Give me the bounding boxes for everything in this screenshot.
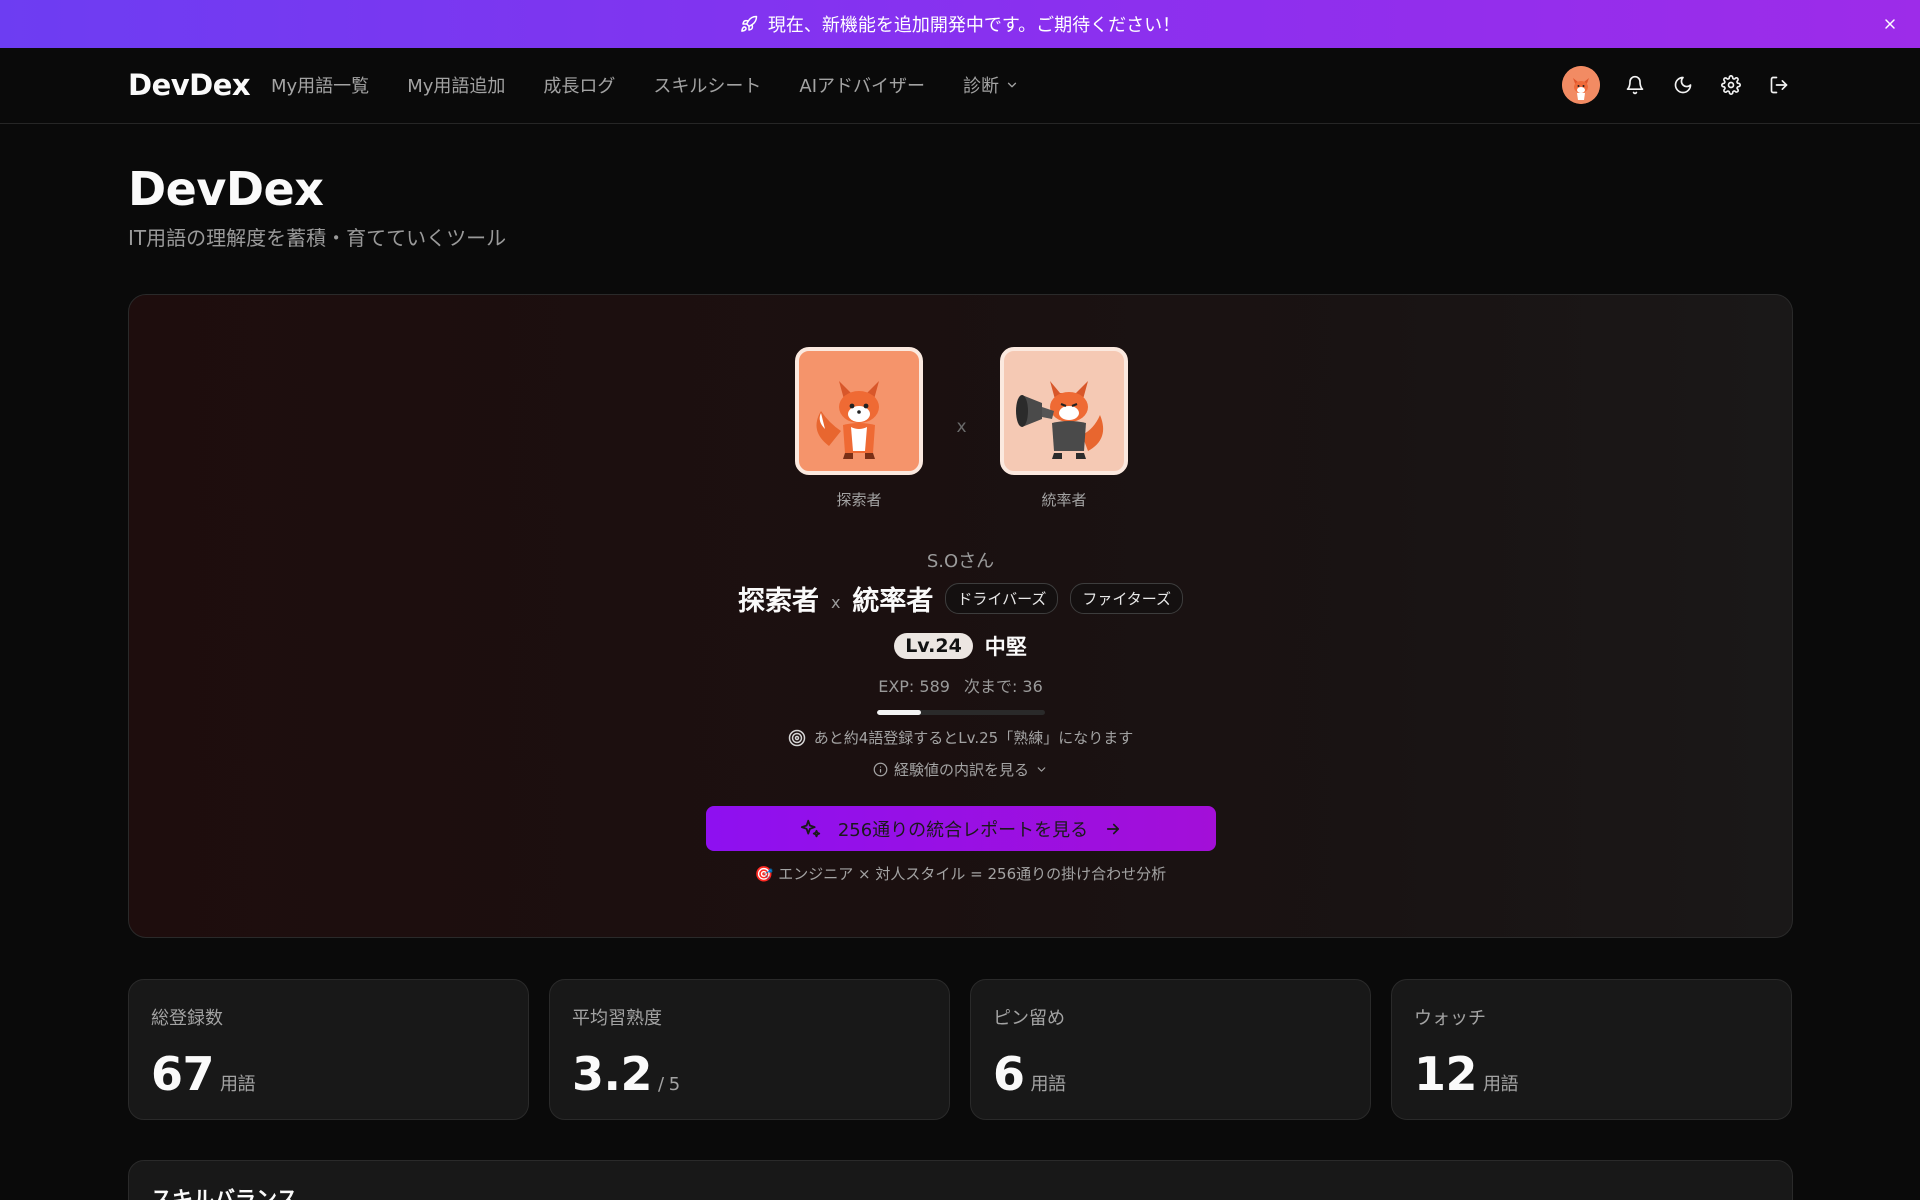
stat-unit: 用語 [1483,1074,1519,1095]
fox-commander-icon [1016,381,1104,459]
stat-number: 6 [993,1047,1025,1101]
stat-unit: 用語 [220,1074,256,1095]
username: S.Oさん [926,551,995,572]
info-icon [873,762,888,777]
type2-label: 統率者 [1041,491,1087,509]
tag-drivers: ドライバーズ [945,583,1059,614]
type-separator: x [956,417,967,437]
stat-number: 67 [151,1047,215,1101]
gear-icon [1721,75,1741,95]
report-note: 🎯 エンジニア × 対人スタイル = 256通りの掛け合わせ分析 [754,865,1167,883]
integrated-report-button[interactable]: 256通りの統合レポートを見る [706,806,1216,851]
main-nav: My用語一覧 My用語追加 成長ログ スキルシート AIアドバイザー 診断 [271,72,1057,98]
nav-term-add[interactable]: My用語追加 [407,72,505,98]
stats-row: 総登録数 67 用語 平均習熟度 3.2/ 5 ピン留め 6 用語 ウォッチ 12 用… [128,979,1793,1120]
fox-explorer-icon [816,381,879,459]
level-badge: Lv.24 [894,633,973,659]
banner-close-button[interactable] [1878,12,1902,36]
type-commander: 統率者 [1000,347,1128,510]
level-row: Lv.24 中堅 [129,631,1792,661]
stat-value: 3.2/ 5 [572,1047,680,1101]
stat-label: 平均習熟度 [572,1008,662,1029]
profile-hero-card: 探索者 x 統率者 S.Oさん 探索者 x 統率者 ドライバーズ ファイターズ … [128,294,1793,938]
exp-next: 次まで: 36 [963,677,1043,696]
type2-name: 統率者 [852,586,934,617]
avatar[interactable] [1562,66,1600,104]
nav-label: 成長ログ [543,76,616,97]
notifications-button[interactable] [1622,72,1648,98]
stat-card-total: 総登録数 67 用語 [128,979,529,1120]
exp-breakdown-toggle[interactable]: 経験値の内訳を見る [129,759,1792,780]
type-explorer: 探索者 [795,347,923,510]
commander-fox-image [1000,347,1128,475]
stat-unit: 用語 [1030,1074,1067,1095]
skill-balance-title: スキルバランス [151,1187,298,1200]
type-images: 探索者 x 統率者 [795,347,1128,510]
stat-value: 6 用語 [993,1047,1066,1101]
bell-icon [1626,75,1644,95]
nav-ai-advisor[interactable]: AIアドバイザー [799,72,925,98]
skill-balance-card: スキルバランス [128,1160,1793,1200]
stat-value: 67 用語 [151,1047,256,1101]
logout-button[interactable] [1766,72,1792,98]
nav-label: 診断 [963,76,999,97]
announcement-banner: 現在、新機能を追加開発中です。ご期待ください！ [0,0,1920,48]
exp-progress-fill [877,710,921,715]
stat-value: 12 用語 [1414,1047,1519,1101]
nav-growth-log[interactable]: 成長ログ [543,72,615,98]
page-title: DevDex [128,162,324,216]
settings-button[interactable] [1718,72,1744,98]
stat-card-pinned: ピン留め 6 用語 [970,979,1371,1120]
stat-label: ピン留め [993,1008,1065,1029]
nav-skill-sheet[interactable]: スキルシート [653,72,761,98]
nav-label: My用語追加 [407,76,506,97]
close-icon [1885,19,1895,29]
stat-card-avg-proficiency: 平均習熟度 3.2/ 5 [549,979,950,1120]
header-actions [1562,66,1792,104]
type-title-row: 探索者 x 統率者 ドライバーズ ファイターズ [129,579,1792,618]
stat-label: ウォッチ [1414,1008,1486,1029]
stat-number: 3.2 [572,1047,653,1101]
tag-fighters: ファイターズ [1070,583,1184,614]
exp-text: EXP: 589 次まで: 36 [129,673,1792,697]
nav-label: スキルシート [653,76,762,97]
type-times: x [830,593,841,612]
chevron-down-icon [1037,767,1046,772]
stat-number: 12 [1414,1047,1478,1101]
fox-avatar-icon [1562,66,1600,104]
stat-label: 総登録数 [151,1008,223,1029]
top-header: DevDex My用語一覧 My用語追加 成長ログ スキルシート AIアドバイザ… [0,48,1920,124]
exp-value: EXP: 589 [878,677,950,696]
explorer-fox-image [795,347,923,475]
target-icon [788,729,805,746]
level-title: 中堅 [984,635,1027,659]
exp-breakdown-label: 経験値の内訳を見る [893,761,1029,779]
banner-text: 現在、新機能を追加開発中です。ご期待ください！ [767,15,1181,36]
chevron-down-icon [1007,82,1017,88]
nav-term-list[interactable]: My用語一覧 [271,72,369,98]
type1-name: 探索者 [737,586,819,617]
theme-toggle-button[interactable] [1670,72,1696,98]
nav-label: AIアドバイザー [799,76,925,97]
nav-diagnosis-dropdown[interactable]: 診断 [963,72,1019,98]
level-hint: あと約4語登録するとLv.25「熟練」になります [129,727,1792,748]
logout-icon [1770,76,1788,94]
rocket-icon [741,15,758,32]
arrow-right-icon [1107,823,1120,834]
logo[interactable]: DevDex [128,68,251,102]
moon-icon [1674,76,1692,94]
stat-unit: / 5 [658,1074,680,1095]
sparkle-icon [800,819,820,837]
report-button-label: 256通りの統合レポートを見る [837,819,1089,841]
page-subtitle: IT用語の理解度を蓄積・育てていくツール [128,226,507,250]
exp-progress-bar [877,710,1045,715]
nav-label: My用語一覧 [271,76,370,97]
type1-label: 探索者 [836,491,882,509]
stat-card-watch: ウォッチ 12 用語 [1391,979,1792,1120]
level-hint-text: あと約4語登録するとLv.25「熟練」になります [813,729,1134,747]
